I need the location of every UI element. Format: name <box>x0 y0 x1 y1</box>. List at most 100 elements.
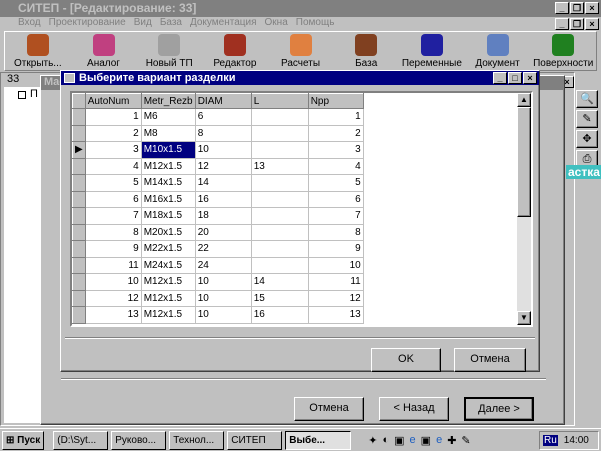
tool-icon[interactable]: ✥ <box>576 130 598 148</box>
cell[interactable]: 14 <box>250 273 309 291</box>
row-indicator[interactable] <box>72 273 86 291</box>
cell[interactable]: M22x1.5 <box>140 240 196 258</box>
table-row[interactable]: ▶ 3 M10x1.5 10 3 <box>72 141 364 159</box>
cell[interactable]: M12x1.5 <box>140 273 196 291</box>
cell[interactable]: 5 <box>84 174 142 192</box>
row-indicator[interactable] <box>72 108 86 126</box>
scroll-down-button[interactable]: ▼ <box>517 311 531 325</box>
cell[interactable] <box>250 174 309 192</box>
menu-item[interactable]: Помощь <box>296 17 335 30</box>
ie-icon[interactable]: e <box>410 434 416 447</box>
cell[interactable]: 6 <box>194 108 252 126</box>
table-row[interactable]: 5 M14x1.5 14 5 <box>72 174 364 192</box>
cell[interactable] <box>250 240 309 258</box>
start-button[interactable]: ⊞ Пуск <box>2 430 45 450</box>
cell[interactable] <box>250 190 309 208</box>
cell[interactable]: 9 <box>84 240 142 258</box>
cell[interactable] <box>250 256 309 274</box>
toolbar-button[interactable]: Поверхности <box>530 32 596 70</box>
cell[interactable]: M12x1.5 <box>140 289 196 307</box>
cell[interactable]: 2 <box>84 124 142 142</box>
tree-item[interactable]: П <box>30 88 38 100</box>
table-row[interactable]: 12 M12x1.5 10 15 12 <box>72 289 364 307</box>
vertical-scrollbar[interactable]: ▲ ▼ <box>517 93 531 325</box>
taskbar-item[interactable]: Технол... <box>169 430 225 450</box>
cell[interactable]: 10 <box>194 273 252 291</box>
table-row[interactable]: 6 M16x1.5 16 6 <box>72 190 364 208</box>
zoom-icon[interactable]: 🔍 <box>576 90 598 108</box>
toolbar-button[interactable]: Аналог <box>71 32 137 70</box>
row-indicator[interactable] <box>72 240 86 258</box>
taskbar-item[interactable]: Выбе... <box>285 430 352 450</box>
cell[interactable] <box>250 141 309 159</box>
menu-item[interactable]: Окна <box>265 17 288 30</box>
dialog-close-button[interactable]: × <box>523 72 537 84</box>
cell[interactable]: 24 <box>194 256 252 274</box>
cell[interactable]: 18 <box>194 207 252 225</box>
cell[interactable] <box>250 124 309 142</box>
cell[interactable]: 12 <box>84 289 142 307</box>
cell[interactable]: M10x1.5 <box>140 141 196 159</box>
menu-item[interactable]: Проектирование <box>49 17 126 30</box>
row-indicator[interactable] <box>72 289 86 307</box>
cell[interactable]: 10 <box>307 256 364 274</box>
quick-launch-icon[interactable]: ✦ <box>368 434 377 447</box>
cell[interactable]: 12 <box>307 289 364 307</box>
ok-button[interactable]: OK <box>371 348 441 372</box>
row-indicator[interactable] <box>72 157 86 175</box>
tree-checkbox-icon[interactable] <box>18 91 26 99</box>
row-indicator[interactable] <box>72 174 86 192</box>
cell[interactable]: M12x1.5 <box>140 157 196 175</box>
cell[interactable]: M12x1.5 <box>140 306 196 324</box>
table-row[interactable]: 1 M6 6 1 <box>72 108 364 126</box>
minimize-button[interactable]: _ <box>555 2 569 14</box>
toolbar-button[interactable]: Открыть... <box>5 32 71 70</box>
quick-launch-icon[interactable]: ✚ <box>447 434 456 447</box>
table-row[interactable]: 9 M22x1.5 22 9 <box>72 240 364 258</box>
toolbar-button[interactable]: Новый ТП <box>136 32 202 70</box>
cell[interactable]: 6 <box>84 190 142 208</box>
column-header[interactable]: L <box>250 93 309 109</box>
cell[interactable]: 13 <box>250 157 309 175</box>
child-minimize-button[interactable]: _ <box>555 18 569 30</box>
table-row[interactable]: 4 M12x1.5 12 13 4 <box>72 157 364 175</box>
cell[interactable]: 4 <box>307 157 364 175</box>
column-header[interactable]: Npp <box>307 93 364 109</box>
menu-item[interactable]: Документация <box>190 17 257 30</box>
cell[interactable]: 1 <box>307 108 364 126</box>
cell[interactable]: 8 <box>194 124 252 142</box>
dialog-maximize-button[interactable]: □ <box>508 72 522 84</box>
cell[interactable]: 10 <box>84 273 142 291</box>
cell[interactable]: 14 <box>194 174 252 192</box>
cell[interactable]: 7 <box>307 207 364 225</box>
cell[interactable]: 13 <box>84 306 142 324</box>
cell[interactable] <box>250 207 309 225</box>
wizard-next-button[interactable]: Далее > <box>464 397 534 421</box>
menu-item[interactable]: База <box>160 17 182 30</box>
table-row[interactable]: 8 M20x1.5 20 8 <box>72 223 364 241</box>
cell[interactable]: M14x1.5 <box>140 174 196 192</box>
toolbar-button[interactable]: Редактор <box>202 32 268 70</box>
row-indicator[interactable] <box>72 190 86 208</box>
cell[interactable]: 10 <box>194 306 252 324</box>
cell[interactable]: M6 <box>140 108 196 126</box>
cell[interactable]: 13 <box>307 306 364 324</box>
cell[interactable]: M18x1.5 <box>140 207 196 225</box>
toolbar-button[interactable]: Документ <box>465 32 531 70</box>
cell[interactable]: 7 <box>84 207 142 225</box>
cell[interactable]: 10 <box>194 141 252 159</box>
cell[interactable]: 10 <box>194 289 252 307</box>
child-close-button[interactable]: × <box>585 18 599 30</box>
row-indicator[interactable] <box>72 223 86 241</box>
child-restore-button[interactable]: ❐ <box>570 18 584 30</box>
cell[interactable]: 1 <box>84 108 142 126</box>
toolbar-button[interactable]: Расчеты <box>268 32 334 70</box>
column-header[interactable]: DIAM <box>194 93 252 109</box>
language-indicator[interactable]: Ru <box>543 435 558 446</box>
table-row[interactable]: 2 M8 8 2 <box>72 124 364 142</box>
taskbar-item[interactable]: Руково... <box>111 430 167 450</box>
row-indicator[interactable] <box>72 256 86 274</box>
cell[interactable]: 2 <box>307 124 364 142</box>
cell[interactable]: 3 <box>307 141 364 159</box>
cell[interactable]: 4 <box>84 157 142 175</box>
